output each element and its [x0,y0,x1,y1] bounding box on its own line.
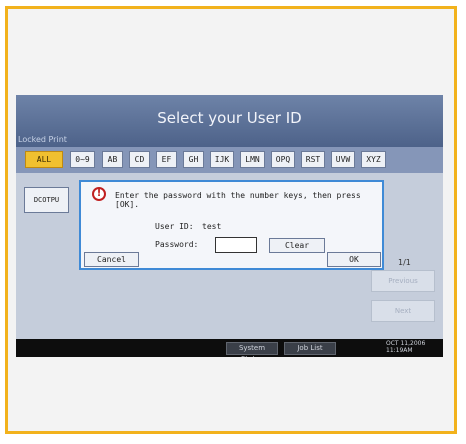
user-id-value: test [202,222,222,231]
status-bar: System Status Job List OCT 11,2006 11:19… [16,339,443,357]
tab-ef[interactable]: EF [156,151,177,168]
title-bar: Select your User ID Locked Print [16,95,443,147]
password-label: Password: [155,240,199,249]
user-id-label: User ID: [155,222,194,231]
password-dialog: ! Enter the password with the number key… [79,180,384,270]
tab-xyz[interactable]: XYZ [361,151,386,168]
tab-ab[interactable]: AB [102,151,123,168]
tab-gh[interactable]: GH [183,151,204,168]
tab-all[interactable]: ALL [25,151,63,168]
tab-opq[interactable]: OPQ [271,151,295,168]
system-status-button[interactable]: System Status [226,342,278,357]
time-text: 11:19AM [386,347,413,354]
job-list-button[interactable]: Job List [284,342,336,355]
user-item[interactable]: DCOTPU [24,187,69,213]
tab-0-9[interactable]: 0~9 [70,151,95,168]
cancel-button[interactable]: Cancel [84,252,139,267]
page-indicator: 1/1 [398,258,411,267]
tab-ijk[interactable]: IJK [210,151,234,168]
date-time: OCT 11,2006 11:19AM [386,340,425,354]
warning-icon: ! [92,187,106,201]
previous-button[interactable]: Previous [371,270,435,292]
page-title: Select your User ID [157,109,302,127]
tab-rst[interactable]: RST [301,151,325,168]
tab-cd[interactable]: CD [129,151,150,168]
date-text: OCT 11,2006 [386,340,426,347]
tab-bar: ALL 0~9 AB CD EF GH IJK LMN OPQ RST UVW … [16,147,443,173]
dialog-message: Enter the password with the number keys,… [115,191,361,209]
tab-uvw[interactable]: UVW [331,151,355,168]
section-label: Locked Print [18,135,67,144]
tab-lmn[interactable]: LMN [240,151,265,168]
clear-button[interactable]: Clear [269,238,325,253]
device-screen: Select your User ID Locked Print ALL 0~9… [16,95,443,357]
ok-button[interactable]: OK [327,252,381,267]
password-field[interactable] [215,237,257,253]
next-button[interactable]: Next [371,300,435,322]
